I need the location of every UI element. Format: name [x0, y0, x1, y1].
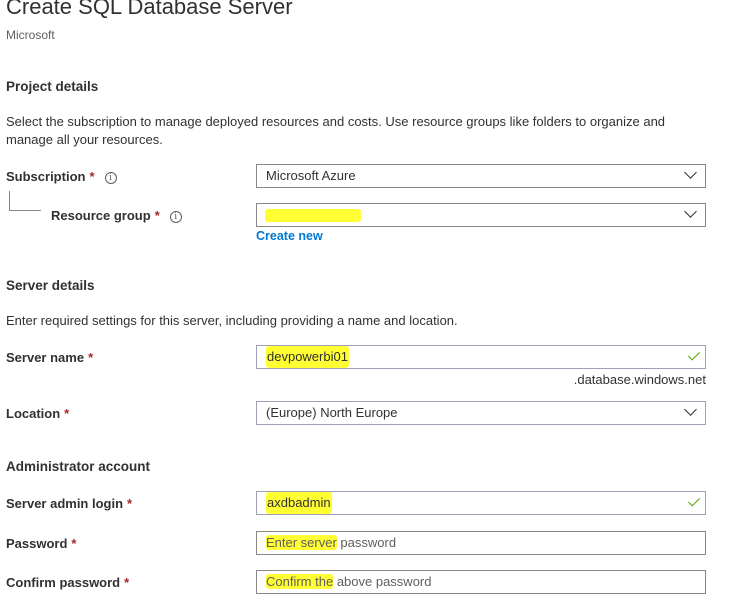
- project-details-description: Select the subscription to manage deploy…: [6, 114, 666, 147]
- location-label: Location *: [6, 406, 69, 421]
- required-marker: *: [64, 406, 70, 421]
- password-label: Password *: [6, 536, 76, 551]
- chevron-down-icon: [684, 205, 697, 218]
- password-placeholder: Enter server password: [266, 532, 396, 554]
- admin-login-value: axdbadmin: [266, 492, 332, 514]
- server-name-label: Server name *: [6, 350, 93, 365]
- server-name-label-text: Server name: [6, 350, 85, 365]
- checkmark-icon: [687, 494, 701, 507]
- subscription-label-text: Subscription: [6, 169, 86, 184]
- confirm-placeholder-rest: above password: [333, 574, 432, 589]
- resource-group-label: Resource group * i: [51, 208, 182, 223]
- confirm-password-input[interactable]: Confirm the above password: [256, 570, 706, 594]
- password-label-text: Password: [6, 536, 68, 551]
- info-icon[interactable]: i: [169, 211, 182, 223]
- chevron-down-icon: [684, 166, 697, 179]
- chevron-down-icon: [684, 403, 697, 416]
- password-placeholder-highlight: Enter server: [266, 535, 337, 550]
- location-value: (Europe) North Europe: [266, 405, 398, 420]
- redaction-highlight: [265, 209, 361, 222]
- location-label-text: Location: [6, 406, 61, 421]
- info-icon[interactable]: i: [104, 172, 117, 184]
- confirm-password-label: Confirm password *: [6, 575, 129, 590]
- admin-login-label-text: Server admin login: [6, 496, 124, 511]
- required-marker: *: [88, 350, 94, 365]
- page-title: Create SQL Database Server: [6, 0, 293, 19]
- admin-account-heading: Administrator account: [6, 459, 151, 474]
- create-new-link[interactable]: Create new: [256, 229, 323, 243]
- server-name-value: devpowerbi01: [266, 346, 349, 368]
- resource-group-label-text: Resource group: [51, 208, 151, 223]
- required-marker: *: [127, 496, 133, 511]
- required-marker: *: [71, 536, 77, 551]
- server-details-description: Enter required settings for this server,…: [6, 313, 458, 328]
- server-details-heading: Server details: [6, 278, 95, 293]
- subscription-dropdown[interactable]: Microsoft Azure: [256, 164, 706, 188]
- checkmark-icon: [687, 348, 701, 361]
- admin-login-input[interactable]: axdbadmin: [256, 491, 706, 515]
- required-marker: *: [124, 575, 130, 590]
- tree-connector: [9, 191, 10, 210]
- resource-group-dropdown[interactable]: [256, 203, 706, 227]
- server-name-input[interactable]: devpowerbi01: [256, 345, 706, 369]
- confirm-placeholder-highlight: Confirm the: [266, 574, 334, 589]
- required-marker: *: [89, 169, 95, 184]
- location-dropdown[interactable]: (Europe) North Europe: [256, 401, 706, 425]
- subscription-value: Microsoft Azure: [266, 168, 356, 183]
- server-name-suffix: .database.windows.net: [573, 372, 706, 387]
- subscription-label: Subscription * i: [6, 169, 117, 184]
- project-details-heading: Project details: [6, 79, 99, 94]
- publisher-label: Microsoft: [6, 28, 55, 42]
- confirm-password-label-text: Confirm password: [6, 575, 121, 590]
- admin-login-label: Server admin login *: [6, 496, 132, 511]
- required-marker: *: [154, 208, 160, 223]
- tree-connector: [9, 210, 41, 211]
- confirm-password-placeholder: Confirm the above password: [266, 571, 431, 593]
- password-placeholder-rest: password: [336, 535, 397, 550]
- password-input[interactable]: Enter server password: [256, 531, 706, 555]
